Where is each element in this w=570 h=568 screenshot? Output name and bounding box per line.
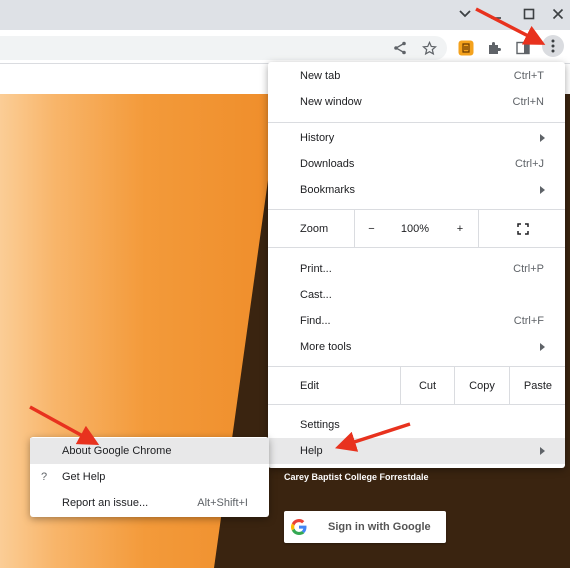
arrow-to-about-chrome <box>29 405 100 446</box>
annotation-arrows <box>29 7 546 452</box>
arrow-to-menu-button <box>475 7 546 45</box>
arrow-to-help-item <box>335 422 411 452</box>
